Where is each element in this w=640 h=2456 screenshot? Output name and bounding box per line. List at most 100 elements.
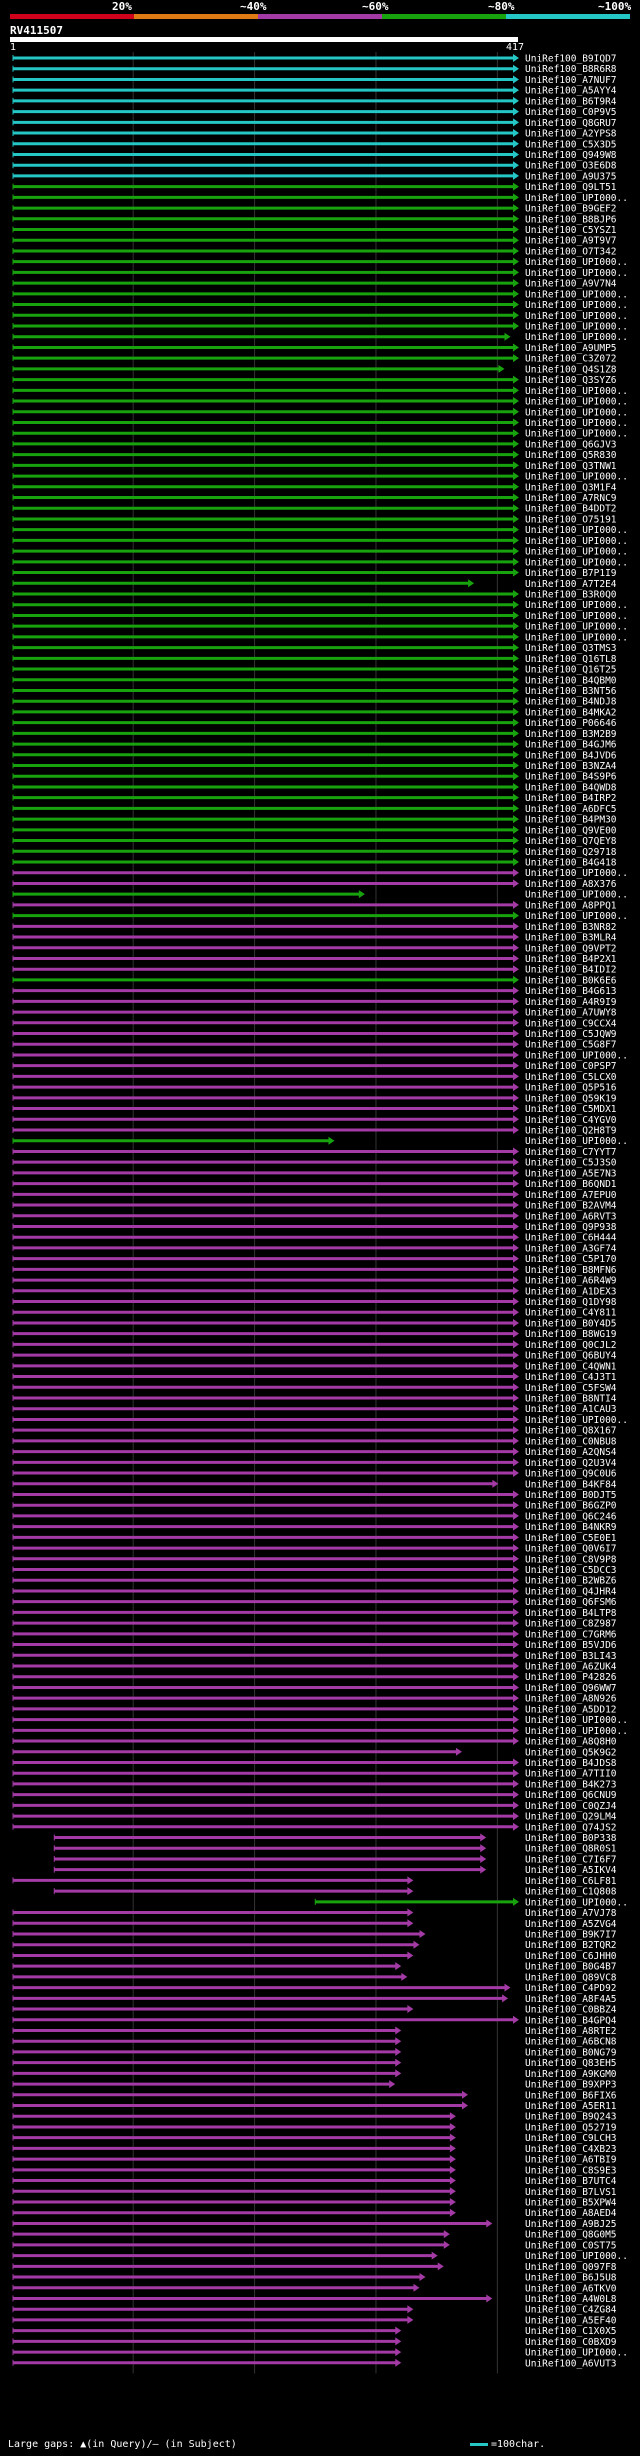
hit-label: UniRef100_P06646 [525,718,617,729]
hit-arrow [513,590,519,598]
hit-label: UniRef100_Q52719 [525,2122,617,2133]
hit-label: UniRef100_Q9LT51 [525,182,617,193]
hit-arrow [513,975,519,984]
hit-arrow [513,204,519,213]
hit-label: UniRef100_B8WG19 [525,1329,617,1340]
hit-label: UniRef100_B4MKA2 [525,707,617,718]
hit-label: UniRef100_B2AVM4 [525,1201,617,1212]
hit-label: UniRef100_C4XB23 [525,2144,617,2155]
hit-arrow [486,2294,493,2303]
hit-arrow [513,182,519,191]
hit-arrow [513,1158,519,1167]
hit-label: UniRef100_A9UMP5 [525,343,617,354]
hit-label: UniRef100_UPI000.. [525,2348,628,2359]
hit-label: UniRef100_UPI000.. [525,311,628,322]
hit-label: UniRef100_A7RNC9 [525,493,617,504]
hit-arrow [513,793,519,802]
hit-label: UniRef100_B5VJD6 [525,1640,617,1651]
hit-label: UniRef100_A1CAU3 [525,1404,617,1415]
hit-arrow [513,643,519,652]
hit-arrow [389,2080,396,2089]
hit-label: UniRef100_UPI000.. [525,1415,628,1426]
hit-label: UniRef100_B4PM30 [525,815,617,826]
hit-label: UniRef100_B4G613 [525,986,617,997]
hit-label: UniRef100_Q0V6I7 [525,1544,617,1555]
hit-label: UniRef100_C5J3S0 [525,1158,617,1169]
hit-label: UniRef100_C0P9V5 [525,107,617,118]
hit-label: UniRef100_B4LTP8 [525,1608,617,1619]
hit-label: UniRef100_C8S9E3 [525,2165,617,2176]
hit-label: UniRef100_A8RTE2 [525,2026,617,2037]
hit-arrow [449,2112,456,2121]
hit-arrow [513,1093,519,1102]
hit-arrow [395,2069,402,2078]
hit-arrow [513,343,519,352]
legend-label: ~60% [362,0,389,13]
hit-label: UniRef100_B4DDT2 [525,504,617,515]
hit-arrow [395,1962,402,1971]
hit-label: UniRef100_O3E6D8 [525,161,617,172]
hit-label: UniRef100_UPI000.. [525,257,628,268]
hit-label: UniRef100_UPI000.. [525,536,628,547]
hit-arrow [513,547,519,556]
hit-label: UniRef100_C8V9P8 [525,1554,617,1565]
hit-arrow [513,2015,519,2024]
hit-arrow [513,922,519,931]
hit-arrow [395,2037,402,2046]
hit-arrow [513,836,519,845]
hit-arrow [358,890,365,899]
hit-label: UniRef100_A8F4A5 [525,1994,617,2005]
hit-label: UniRef100_Q83EH5 [525,2058,617,2069]
legend-label: ~80% [488,0,515,13]
hit-label: UniRef100_A7VJ78 [525,1908,617,1919]
hit-arrow [449,2144,456,2153]
hit-arrow [513,1576,519,1585]
hit-arrow [513,139,519,148]
hit-arrow [449,2122,456,2131]
hit-label: UniRef100_C0NBU8 [525,1436,617,1447]
hit-arrow [513,1436,519,1445]
hit-label: UniRef100_UPI000.. [525,386,628,397]
hit-label: UniRef100_A5E7N3 [525,1168,617,1179]
hit-arrow [513,129,519,138]
hit-label: UniRef100_Q16T25 [525,665,617,676]
hit-label: UniRef100_C4J3T1 [525,1372,617,1383]
hit-arrow [513,943,519,952]
hit-label: UniRef100_B7P1I9 [525,568,617,579]
hit-label: UniRef100_A9V7N4 [525,279,617,290]
hit-arrow [513,1629,519,1638]
hit-arrow [502,1994,509,2003]
hit-arrow [513,1586,519,1595]
hit-arrow [513,761,519,770]
hit-label: UniRef100_B3NR82 [525,922,617,933]
hit-arrow [513,1233,519,1242]
hit-arrow [513,858,519,866]
hit-arrow [513,933,519,942]
hit-arrow [513,375,519,384]
hit-label: UniRef100_C6JHH0 [525,1951,617,1962]
hit-label: UniRef100_C8Z987 [525,1619,617,1630]
hit-arrow [513,214,519,223]
hit-arrow [449,2198,456,2206]
hit-label: UniRef100_Q9VE00 [525,825,617,836]
footer-gap-legend: Large gaps: ▲(in Query)/— (in Subject) [8,2439,237,2450]
hit-label: UniRef100_C5LCX0 [525,1072,617,1083]
hit-label: UniRef100_Q6BUY4 [525,1351,617,1362]
hit-arrow [401,1972,408,1981]
hit-label: UniRef100_A5IKV4 [525,1865,617,1876]
hit-label: UniRef100_B9Q243 [525,2112,617,2123]
hit-label: UniRef100_Q1DY98 [525,1297,617,1308]
hit-arrow [513,300,519,309]
hit-arrow [513,257,519,266]
hit-label: UniRef100_C1X0X5 [525,2326,617,2337]
hit-arrow [513,729,519,738]
hit-arrow [449,2155,456,2164]
hit-label: UniRef100_UPI000.. [525,547,628,558]
hit-label: UniRef100_Q5R830 [525,450,617,461]
scale-swatch [470,2442,488,2446]
hit-arrow [395,2337,402,2346]
hit-arrow [513,1008,519,1017]
hit-label: UniRef100_C0ST75 [525,2240,617,2251]
hit-arrow [419,1930,426,1938]
hit-label: UniRef100_A4R9I9 [525,997,617,1008]
